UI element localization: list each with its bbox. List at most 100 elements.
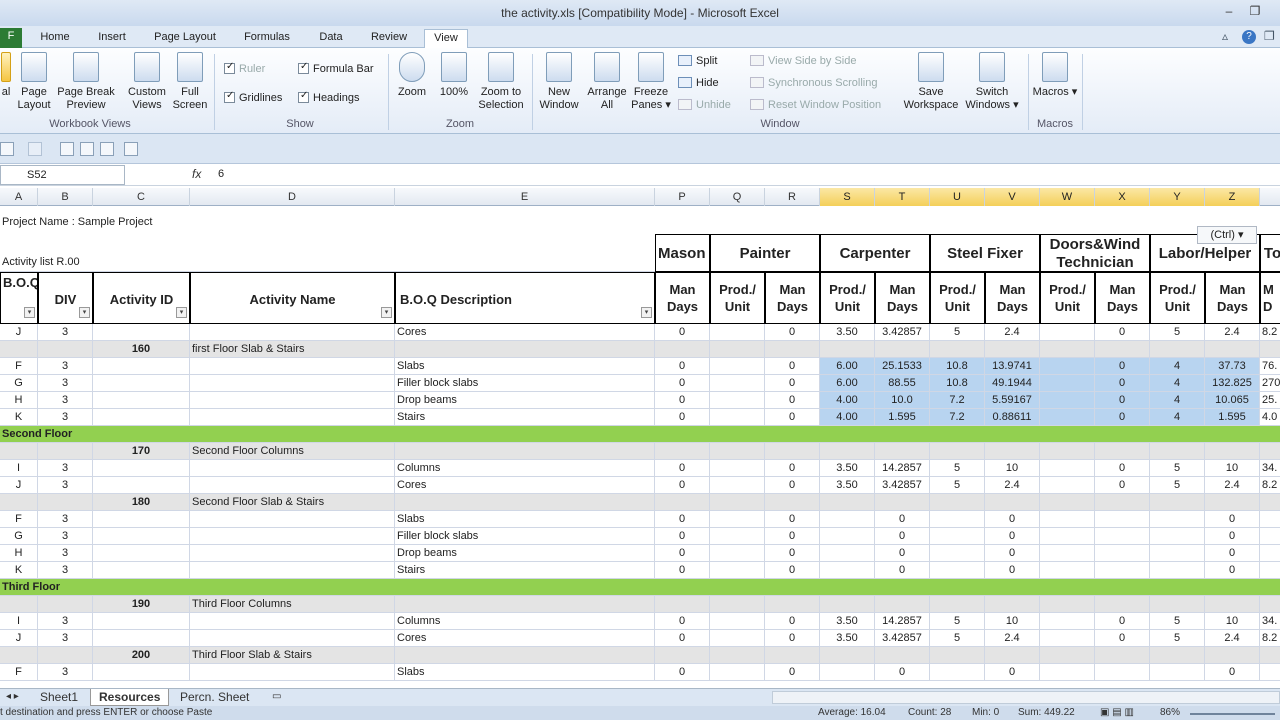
carpenter-prod-cell[interactable]: 3.50 (820, 477, 875, 494)
boq-description-cell[interactable]: Cores (395, 477, 655, 494)
custom-views-button[interactable]: Custom Views (124, 52, 170, 112)
painter-prod-cell[interactable] (710, 528, 765, 545)
boq-ref-cell[interactable]: J (0, 324, 38, 341)
painter-prod-cell[interactable] (710, 613, 765, 630)
doors-man-days-cell[interactable] (1095, 528, 1150, 545)
trade-header[interactable]: To (1260, 234, 1280, 272)
boq-description-cell[interactable]: Columns (395, 613, 655, 630)
cell[interactable] (38, 341, 93, 358)
mason-man-days-cell[interactable]: 0 (655, 511, 710, 528)
mason-man-days-cell[interactable]: 0 (655, 375, 710, 392)
open-folder-icon[interactable] (124, 142, 138, 156)
filter-dropdown-icon[interactable]: ▾ (24, 307, 35, 318)
tab-view[interactable]: View (424, 29, 468, 48)
sub-header-man-days[interactable]: Man Days (1205, 272, 1260, 324)
cell[interactable] (0, 647, 38, 664)
labor-man-days-cell[interactable]: 2.4 (1205, 630, 1260, 647)
boq-description-cell[interactable]: Cores (395, 324, 655, 341)
labor-man-days-cell[interactable]: 10 (1205, 460, 1260, 477)
doors-man-days-cell[interactable]: 0 (1095, 460, 1150, 477)
sub-header-man-days[interactable]: M D (1260, 272, 1280, 324)
div-cell[interactable]: 3 (38, 545, 93, 562)
labor-man-days-cell[interactable]: 2.4 (1205, 477, 1260, 494)
cell[interactable] (38, 443, 93, 460)
cell[interactable] (395, 647, 655, 664)
cell[interactable] (985, 647, 1040, 664)
sub-header-prod-unit[interactable]: Prod./ Unit (1040, 272, 1095, 324)
cell[interactable] (820, 494, 875, 511)
painter-man-days-cell[interactable]: 0 (765, 562, 820, 579)
activity-name-cell[interactable] (190, 562, 395, 579)
carpenter-prod-cell[interactable]: 4.00 (820, 392, 875, 409)
painter-prod-cell[interactable] (710, 409, 765, 426)
labor-man-days-cell[interactable]: 0 (1205, 562, 1260, 579)
labor-man-days-cell[interactable]: 37.73 (1205, 358, 1260, 375)
headings-checkbox[interactable]: Headings (298, 90, 359, 104)
mason-man-days-cell[interactable]: 0 (655, 562, 710, 579)
div-cell[interactable]: 3 (38, 528, 93, 545)
activity-name-cell[interactable] (190, 324, 395, 341)
labor-prod-cell[interactable] (1150, 528, 1205, 545)
steel-fixer-man-days-cell[interactable]: 0.88611 (985, 409, 1040, 426)
carpenter-man-days-cell[interactable]: 14.2857 (875, 460, 930, 477)
cell[interactable] (875, 443, 930, 460)
steel-fixer-man-days-cell[interactable]: 0 (985, 545, 1040, 562)
activity-name-cell[interactable] (190, 477, 395, 494)
steel-fixer-prod-cell[interactable]: 7.2 (930, 392, 985, 409)
fx-icon[interactable]: fx (192, 167, 201, 181)
doors-prod-cell[interactable] (1040, 664, 1095, 681)
carpenter-man-days-cell[interactable]: 0 (875, 511, 930, 528)
steel-fixer-prod-cell[interactable] (930, 562, 985, 579)
steel-fixer-man-days-cell[interactable]: 2.4 (985, 630, 1040, 647)
page-break-preview-button[interactable]: Page Break Preview (56, 52, 116, 112)
doors-prod-cell[interactable] (1040, 358, 1095, 375)
doors-man-days-cell[interactable] (1095, 562, 1150, 579)
trade-header[interactable]: Doors&Wind Technician (1040, 234, 1150, 272)
steel-fixer-man-days-cell[interactable]: 0 (985, 528, 1040, 545)
mason-man-days-cell[interactable]: 0 (655, 613, 710, 630)
doors-prod-cell[interactable] (1040, 545, 1095, 562)
doors-prod-cell[interactable] (1040, 324, 1095, 341)
mason-man-days-cell[interactable]: 0 (655, 409, 710, 426)
activity-id-cell[interactable] (93, 613, 190, 630)
carpenter-prod-cell[interactable]: 3.50 (820, 613, 875, 630)
freeze-panes-button[interactable]: Freeze Panes ▾ (630, 52, 672, 112)
total-cell[interactable] (1260, 511, 1280, 528)
mason-man-days-cell[interactable]: 0 (655, 460, 710, 477)
undo-icon[interactable] (0, 142, 14, 156)
labor-man-days-cell[interactable]: 0 (1205, 511, 1260, 528)
trade-header[interactable]: Painter (710, 234, 820, 272)
column-header[interactable]: X (1095, 188, 1150, 206)
activity-name-cell[interactable] (190, 375, 395, 392)
div-cell[interactable]: 3 (38, 375, 93, 392)
div-cell[interactable]: 3 (38, 613, 93, 630)
zoom-button[interactable]: Zoom (394, 52, 430, 99)
activity-name-cell[interactable] (190, 511, 395, 528)
div-cell[interactable]: 3 (38, 664, 93, 681)
div-cell[interactable]: 3 (38, 630, 93, 647)
cell[interactable] (1260, 443, 1280, 460)
boq-description-cell[interactable]: Slabs (395, 358, 655, 375)
column-header[interactable]: B (38, 188, 93, 206)
cell[interactable] (1040, 647, 1095, 664)
steel-fixer-man-days-cell[interactable]: 49.1944 (985, 375, 1040, 392)
cell[interactable] (38, 647, 93, 664)
painter-prod-cell[interactable] (710, 358, 765, 375)
sub-header-prod-unit[interactable]: Prod./ Unit (820, 272, 875, 324)
column-header[interactable]: T (875, 188, 930, 206)
doors-man-days-cell[interactable]: 0 (1095, 375, 1150, 392)
redo-icon[interactable] (28, 142, 42, 156)
restore-icon[interactable]: ❐ (1264, 29, 1275, 43)
carpenter-man-days-cell[interactable]: 1.595 (875, 409, 930, 426)
doors-prod-cell[interactable] (1040, 511, 1095, 528)
boq-ref-cell[interactable]: G (0, 375, 38, 392)
steel-fixer-prod-cell[interactable]: 5 (930, 477, 985, 494)
steel-fixer-prod-cell[interactable]: 5 (930, 460, 985, 477)
doors-prod-cell[interactable] (1040, 477, 1095, 494)
cell[interactable] (0, 443, 38, 460)
carpenter-man-days-cell[interactable]: 14.2857 (875, 613, 930, 630)
tab-review[interactable]: Review (368, 29, 410, 48)
activity-id-cell[interactable] (93, 324, 190, 341)
labor-prod-cell[interactable] (1150, 664, 1205, 681)
activity-id-cell[interactable]: 180 (93, 494, 190, 511)
